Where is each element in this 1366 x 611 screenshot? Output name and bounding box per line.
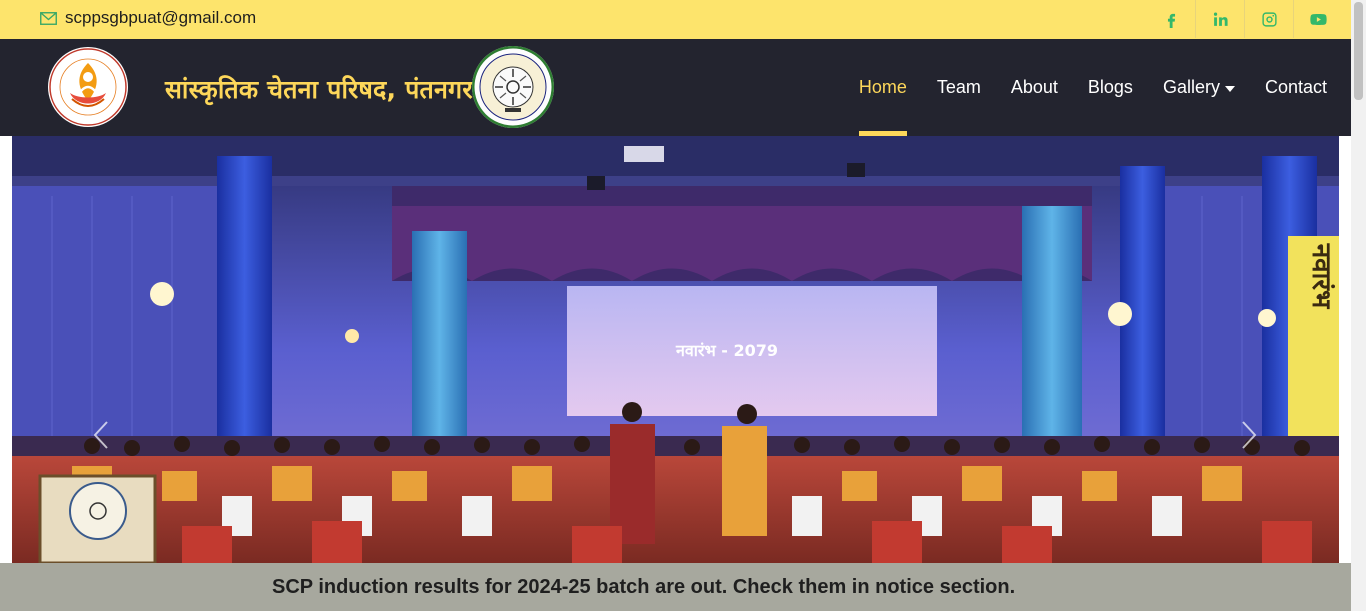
nav-gallery-label: Gallery (1162, 77, 1220, 97)
email-link[interactable]: scppsgbpuat@gmail.com (40, 8, 256, 28)
envelope-icon (40, 11, 57, 25)
top-contact-bar: scppsgbpuat@gmail.com (0, 0, 1351, 40)
nav-blogs-label: Blogs (1087, 77, 1133, 97)
screen-caption: नवारंभ - 2079 (675, 341, 778, 360)
nav-home[interactable]: Home (858, 39, 907, 136)
nav-menu: Home Team About Blogs Gallery Contact (858, 39, 1327, 136)
scrollbar-thumb[interactable] (1354, 2, 1363, 100)
linkedin-icon (1213, 12, 1228, 26)
facebook-link[interactable] (1147, 0, 1195, 38)
hero-carousel: नवारंभ - 2079 नवारंभ (12, 136, 1339, 563)
nav-gallery-dropdown[interactable]: Gallery (1163, 39, 1235, 136)
scp-logo-graphic (49, 48, 127, 126)
site-brand[interactable]: सांस्कृतिक चेतना परिषद, पंतनगर (165, 72, 473, 106)
youtube-link[interactable] (1293, 0, 1342, 38)
page-scrollbar[interactable] (1351, 0, 1366, 611)
main-navbar: सांस्कृतिक चेतना परिषद, पंतनगर Home Team… (0, 39, 1351, 136)
nav-contact-label: Contact (1264, 77, 1327, 97)
nav-team[interactable]: Team (937, 39, 981, 136)
email-text: scppsgbpuat@gmail.com (65, 8, 257, 27)
caret-down-icon (1224, 85, 1235, 92)
banner-caption: नवारंभ (1306, 243, 1336, 310)
notice-text[interactable]: SCP induction results for 2024-25 batch … (272, 576, 1015, 599)
nav-blogs[interactable]: Blogs (1088, 39, 1133, 136)
nav-team-label: Team (936, 77, 981, 97)
nav-about-label: About (1010, 77, 1058, 97)
nav-home-label: Home (858, 77, 907, 97)
instagram-link[interactable] (1244, 0, 1293, 38)
social-links (1147, 0, 1342, 38)
notice-ticker: SCP induction results for 2024-25 batch … (0, 563, 1351, 611)
carousel-next-button[interactable] (1234, 420, 1264, 450)
chevron-left-icon (93, 421, 108, 449)
scp-logo[interactable] (48, 47, 128, 127)
university-logo-graphic (472, 46, 554, 128)
carousel-slide-image: नवारंभ - 2079 नवारंभ (12, 136, 1339, 563)
university-logo (472, 46, 554, 128)
linkedin-link[interactable] (1195, 0, 1244, 38)
nav-about[interactable]: About (1011, 39, 1058, 136)
youtube-icon (1309, 13, 1327, 25)
instagram-icon (1261, 11, 1277, 27)
carousel-prev-button[interactable] (86, 420, 116, 450)
chevron-right-icon (1242, 421, 1257, 449)
nav-contact[interactable]: Contact (1265, 39, 1327, 136)
facebook-icon (1167, 13, 1175, 28)
